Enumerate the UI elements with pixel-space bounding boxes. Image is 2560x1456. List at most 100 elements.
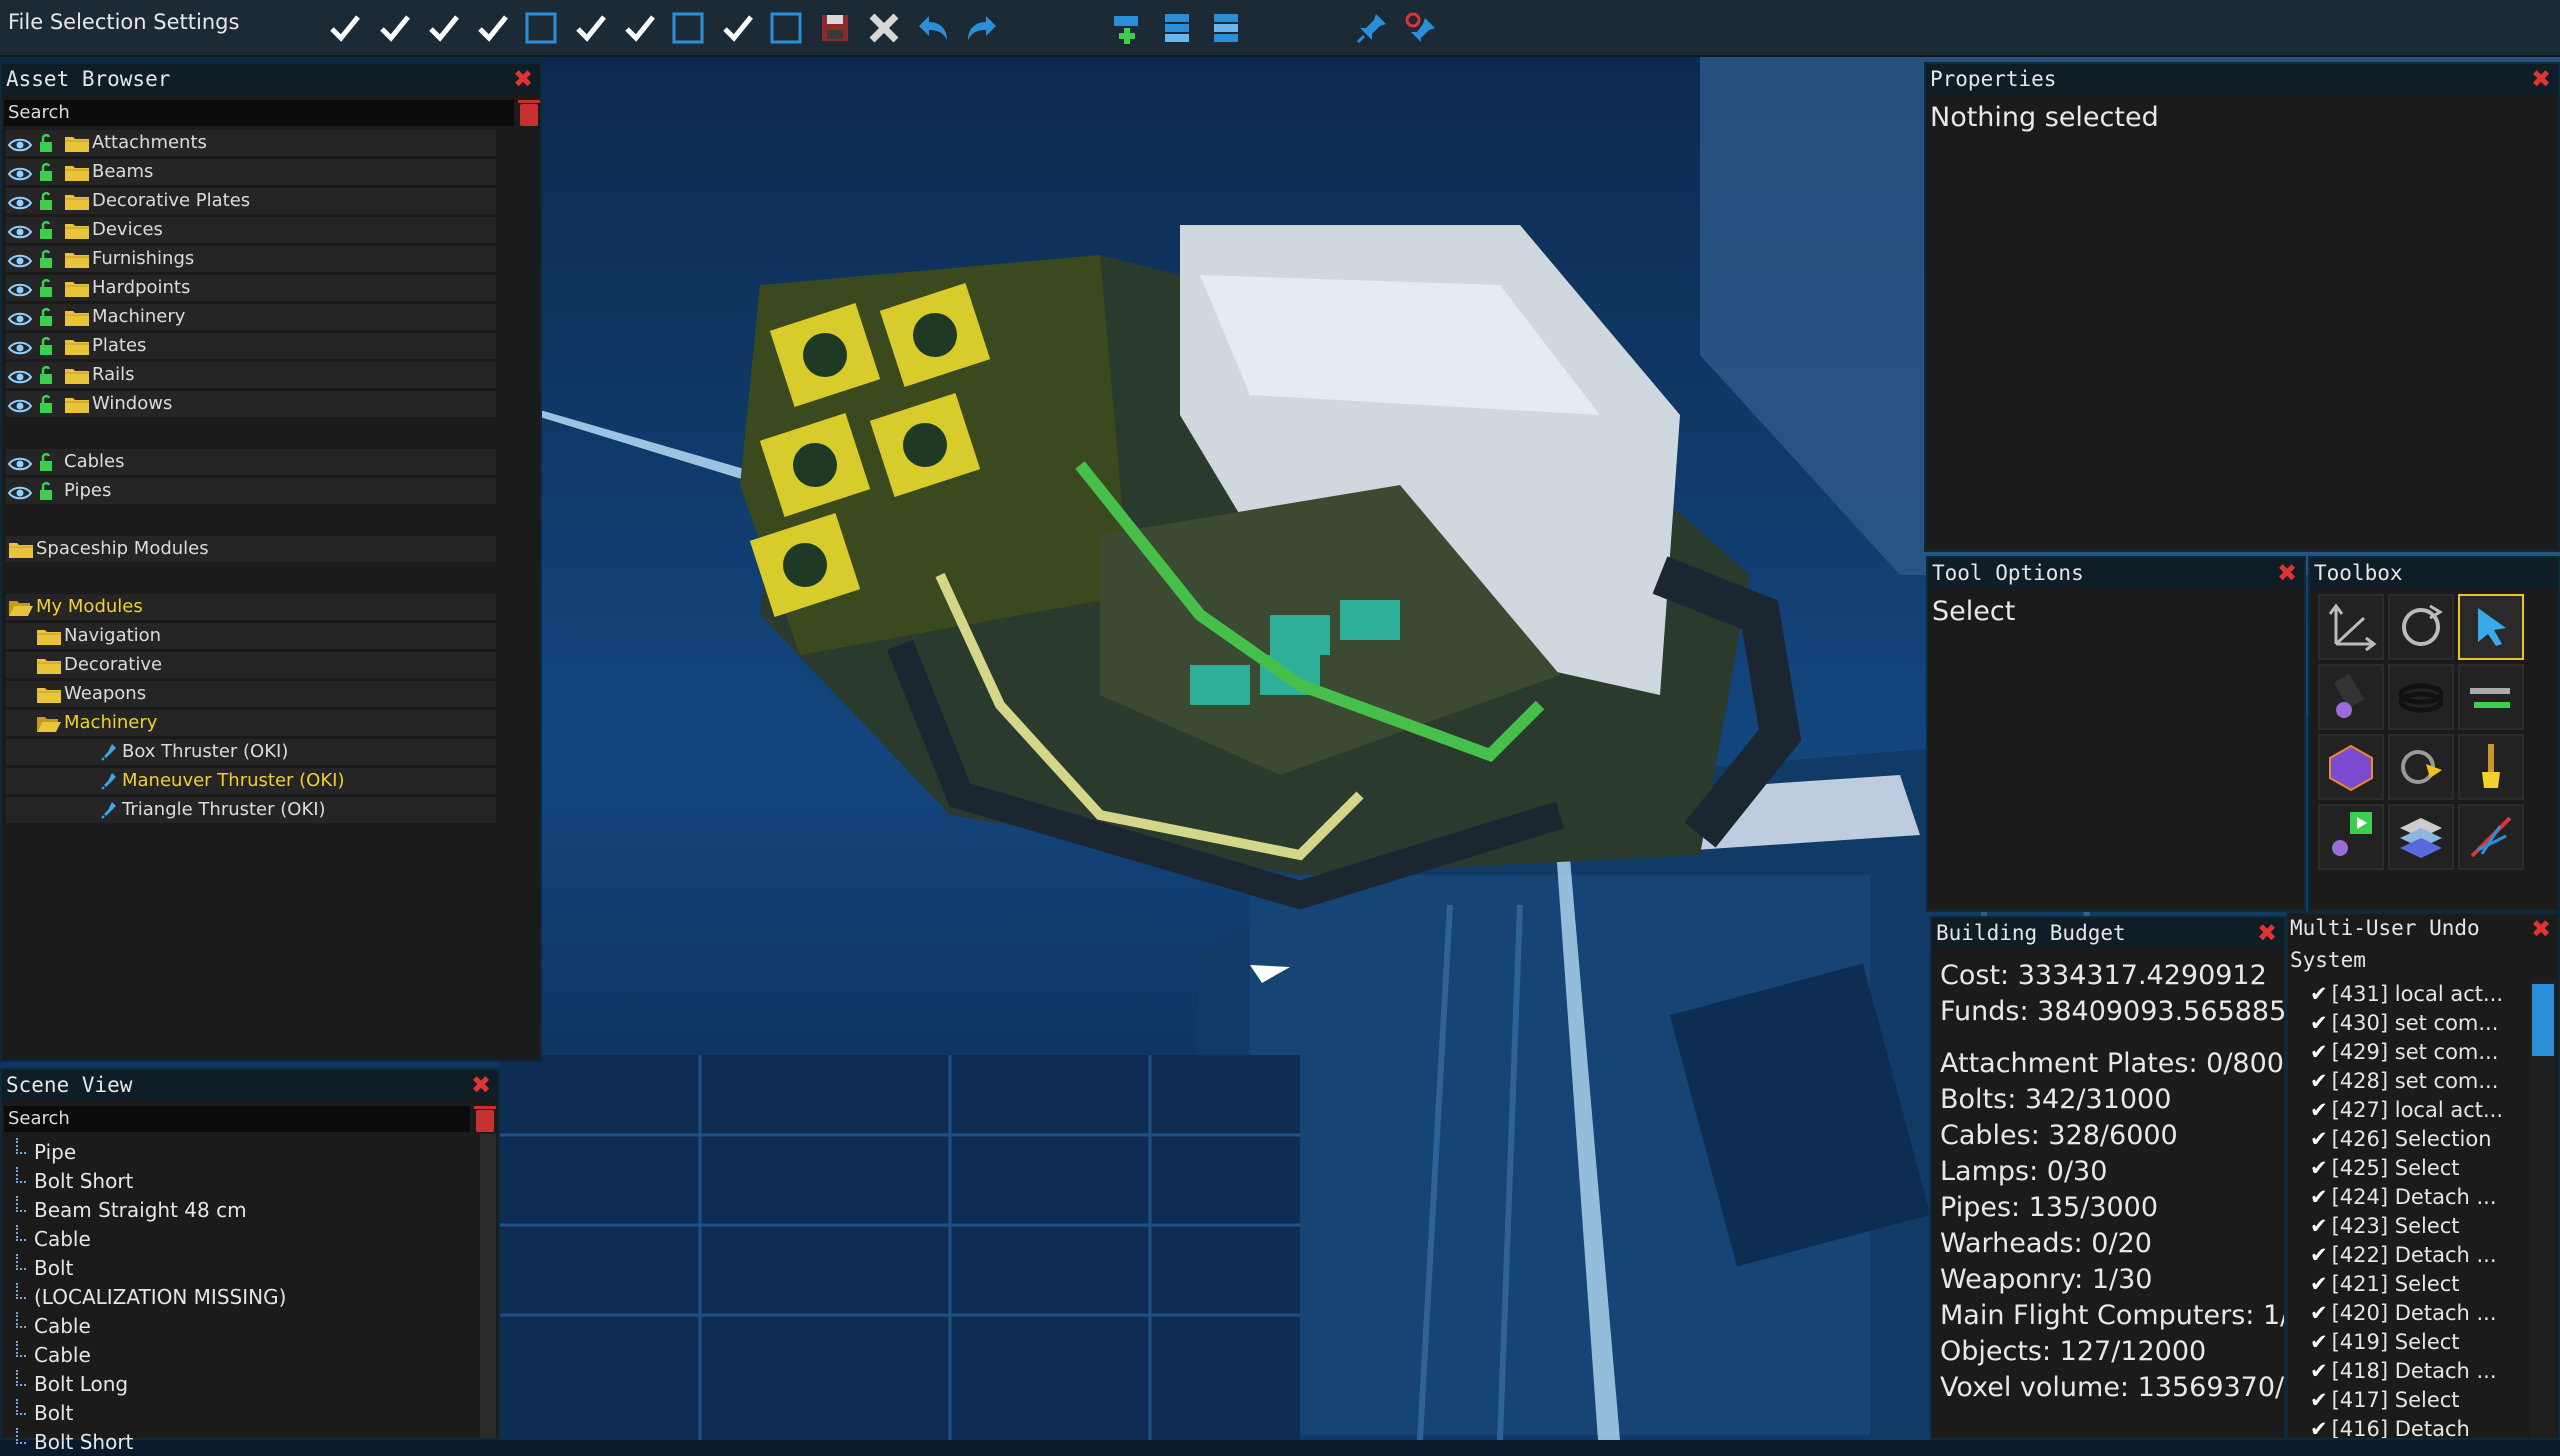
eye-icon[interactable] bbox=[7, 251, 33, 268]
eye-icon[interactable] bbox=[7, 222, 33, 239]
close-icon[interactable]: ✖ bbox=[2530, 67, 2552, 91]
check-icon[interactable] bbox=[325, 8, 365, 48]
scene-item[interactable]: Bolt Short bbox=[16, 1167, 133, 1195]
lock-icon[interactable] bbox=[38, 162, 56, 182]
asset-folder-row[interactable]: Devices bbox=[6, 217, 496, 243]
undo-item[interactable]: ✔ [423] Select bbox=[2310, 1212, 2460, 1241]
lock-icon[interactable] bbox=[38, 220, 56, 240]
asset-folder-row[interactable]: Rails bbox=[6, 362, 496, 388]
scene-search-input[interactable]: Search bbox=[4, 1106, 470, 1132]
spaceship-modules-row[interactable]: Spaceship Modules bbox=[6, 536, 496, 562]
module-folder-open-row[interactable]: Machinery bbox=[6, 710, 496, 736]
scrollbar-thumb[interactable] bbox=[2532, 984, 2554, 1056]
wrench-icon[interactable] bbox=[2458, 664, 2524, 730]
eye-icon[interactable] bbox=[7, 135, 33, 152]
cable-coil-icon[interactable] bbox=[2388, 664, 2454, 730]
asset-folder-row[interactable]: Furnishings bbox=[6, 246, 496, 272]
laser-cut-icon[interactable] bbox=[2458, 804, 2524, 870]
play-module-icon[interactable] bbox=[2318, 804, 2384, 870]
check-icon[interactable] bbox=[718, 8, 758, 48]
select-cursor-icon[interactable] bbox=[2458, 594, 2524, 660]
eye-icon[interactable] bbox=[7, 367, 33, 384]
undo-item[interactable]: ✔ [416] Detach bbox=[2310, 1415, 2470, 1438]
undo-item[interactable]: ✔ [426] Selection bbox=[2310, 1125, 2492, 1154]
asset-folder-row[interactable]: Machinery bbox=[6, 304, 496, 330]
lock-icon[interactable] bbox=[38, 394, 56, 414]
lock-icon[interactable] bbox=[38, 365, 56, 385]
import-module-icon[interactable] bbox=[1206, 8, 1246, 48]
check-icon[interactable] bbox=[620, 8, 660, 48]
undo-item[interactable]: ✔ [429] set com... bbox=[2310, 1038, 2498, 1067]
module-item-row[interactable]: Box Thruster (OKI) bbox=[6, 739, 496, 765]
square-icon[interactable] bbox=[766, 8, 806, 48]
layers-icon[interactable] bbox=[2388, 804, 2454, 870]
scene-item[interactable]: Bolt bbox=[16, 1399, 73, 1427]
undo-item[interactable]: ✔ [431] local act... bbox=[2310, 980, 2503, 1009]
eye-icon[interactable] bbox=[7, 309, 33, 326]
module-folder-row[interactable]: Navigation bbox=[6, 623, 496, 649]
pin-search-icon[interactable] bbox=[1401, 8, 1441, 48]
rotate-icon[interactable] bbox=[2388, 594, 2454, 660]
lock-icon[interactable] bbox=[38, 133, 56, 153]
trash-icon[interactable] bbox=[518, 100, 540, 126]
eye-icon[interactable] bbox=[7, 338, 33, 355]
undo-item[interactable]: ✔ [422] Detach ... bbox=[2310, 1241, 2497, 1270]
scene-item[interactable]: Bolt Long bbox=[16, 1370, 128, 1398]
asset-folder-row[interactable]: Decorative Plates bbox=[6, 188, 496, 214]
check-icon[interactable] bbox=[424, 8, 464, 48]
check-icon[interactable] bbox=[473, 8, 513, 48]
scene-item[interactable]: Bolt bbox=[16, 1254, 73, 1282]
square-icon[interactable] bbox=[668, 8, 708, 48]
module-folder-row[interactable]: Decorative bbox=[6, 652, 496, 678]
close-icon[interactable]: ✖ bbox=[2276, 561, 2298, 585]
close-icon[interactable] bbox=[864, 8, 904, 48]
undo-icon[interactable] bbox=[913, 8, 953, 48]
lock-icon[interactable] bbox=[38, 191, 56, 211]
rotate-arrow-icon[interactable] bbox=[2388, 734, 2454, 800]
asset-folder-row[interactable]: Hardpoints bbox=[6, 275, 496, 301]
undo-item[interactable]: ✔ [427] local act... bbox=[2310, 1096, 2503, 1125]
lock-icon[interactable] bbox=[38, 481, 56, 501]
scrollbar[interactable] bbox=[2530, 980, 2556, 1438]
undo-item[interactable]: ✔ [428] set com... bbox=[2310, 1067, 2498, 1096]
asset-extra-row[interactable]: Pipes bbox=[6, 478, 496, 504]
export-module-icon[interactable] bbox=[1157, 8, 1197, 48]
asset-folder-row[interactable]: Plates bbox=[6, 333, 496, 359]
check-icon[interactable] bbox=[571, 8, 611, 48]
paint-gun-icon[interactable] bbox=[2318, 664, 2384, 730]
eye-icon[interactable] bbox=[7, 454, 33, 471]
module-item-row[interactable]: Maneuver Thruster (OKI) bbox=[6, 768, 496, 794]
pin-icon[interactable] bbox=[1352, 8, 1392, 48]
asset-folder-row[interactable]: Attachments bbox=[6, 130, 496, 156]
eye-icon[interactable] bbox=[7, 483, 33, 500]
close-icon[interactable]: ✖ bbox=[470, 1073, 492, 1097]
lock-icon[interactable] bbox=[38, 278, 56, 298]
scene-item[interactable]: Bolt Short bbox=[16, 1428, 133, 1456]
scene-item[interactable]: Pipe bbox=[16, 1138, 76, 1166]
lock-icon[interactable] bbox=[38, 336, 56, 356]
eye-icon[interactable] bbox=[7, 193, 33, 210]
scrollbar[interactable] bbox=[480, 1134, 496, 1438]
eye-icon[interactable] bbox=[7, 396, 33, 413]
scene-item[interactable]: Cable bbox=[16, 1341, 91, 1369]
asset-folder-row[interactable]: Windows bbox=[6, 391, 496, 417]
undo-item[interactable]: ✔ [419] Select bbox=[2310, 1328, 2460, 1357]
undo-item[interactable]: ✔ [424] Detach ... bbox=[2310, 1183, 2497, 1212]
asset-extra-row[interactable]: Cables bbox=[6, 449, 496, 475]
module-item-row[interactable]: Triangle Thruster (OKI) bbox=[6, 797, 496, 823]
asset-search-input[interactable]: Search bbox=[4, 100, 514, 126]
move-axes-icon[interactable] bbox=[2318, 594, 2384, 660]
undo-item[interactable]: ✔ [418] Detach ... bbox=[2310, 1357, 2497, 1386]
eye-icon[interactable] bbox=[7, 280, 33, 297]
menu-file-selection-settings[interactable]: File Selection Settings bbox=[8, 10, 239, 34]
square-icon[interactable] bbox=[521, 8, 561, 48]
undo-item[interactable]: ✔ [430] set com... bbox=[2310, 1009, 2498, 1038]
close-icon[interactable]: ✖ bbox=[512, 67, 534, 91]
lock-icon[interactable] bbox=[38, 452, 56, 472]
scene-item[interactable]: Beam Straight 48 cm bbox=[16, 1196, 247, 1224]
lock-icon[interactable] bbox=[38, 249, 56, 269]
scene-item[interactable]: Cable bbox=[16, 1312, 91, 1340]
eye-icon[interactable] bbox=[7, 164, 33, 181]
save-icon[interactable] bbox=[815, 8, 855, 48]
my-modules-row[interactable]: My Modules bbox=[6, 594, 496, 620]
